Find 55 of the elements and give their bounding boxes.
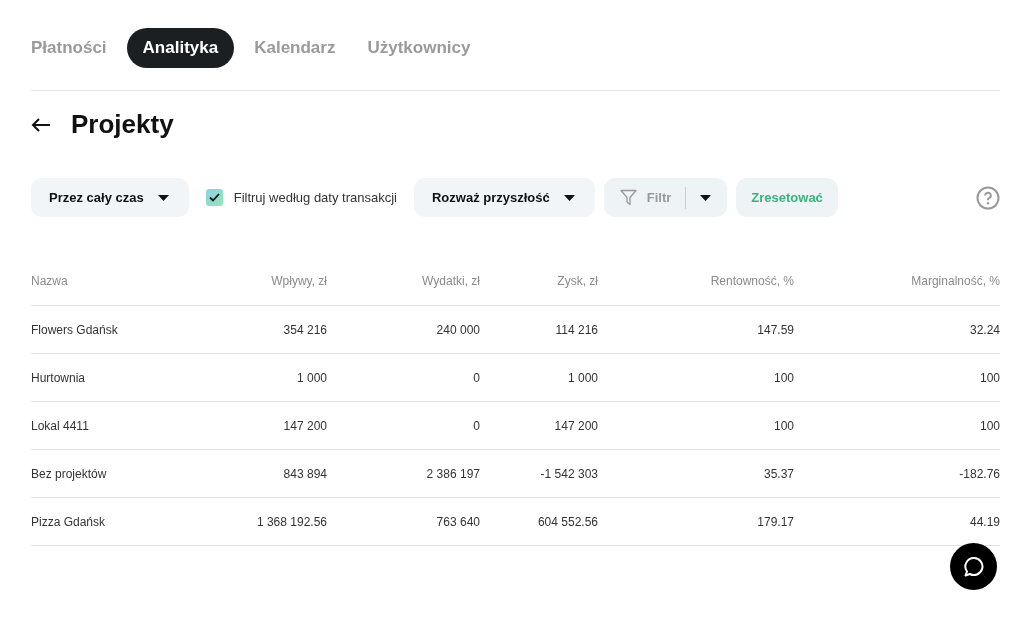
column-header[interactable]: Nazwa [31,257,207,306]
column-header[interactable]: Wpływy, zł [207,257,327,306]
table-cell: 1 000 [207,353,327,402]
speech-bubble-icon [962,555,985,578]
table-cell: 179.17 [598,497,794,546]
nav-tab[interactable]: Kalendarz [238,28,352,68]
column-header[interactable]: Rentowność, % [598,257,794,306]
table-cell: 240 000 [327,305,480,354]
funnel-icon [619,189,637,206]
checkbox[interactable] [205,189,223,206]
table-cell: 354 216 [207,305,327,354]
table-cell: 1 368 192.56 [207,497,327,546]
nav-tab[interactable]: Użytkownicy [351,28,487,68]
help-icon[interactable] [976,185,1000,210]
table-cell: Lokal 4411 [31,401,207,450]
table-cell: 147 200 [480,401,598,450]
table-cell: 2 386 197 [327,449,480,498]
table-cell: 763 640 [327,497,480,546]
table-cell: 44.19 [794,497,1000,546]
caret-icon [563,194,575,201]
checkbox-label: Filtruj według daty transakcji [233,190,397,205]
table-cell: 114 216 [480,305,598,354]
caret-icon [700,194,712,201]
table-cell: 0 [327,353,480,402]
table-cell: Pizza Gdańsk [31,497,207,546]
future-dropdown[interactable]: Rozważ przyszłość [414,178,595,217]
table-cell: 147.59 [598,305,794,354]
table-cell: 100 [598,401,794,450]
table-cell: Flowers Gdańsk [31,305,207,354]
table-cell: 0 [327,401,480,450]
back-arrow-icon[interactable] [31,116,51,133]
caret-icon [157,194,169,201]
table-cell: -1 542 303 [480,449,598,498]
table-cell: 100 [598,353,794,402]
table-cell: Hurtownia [31,353,207,402]
table-cell: 604 552.56 [480,497,598,546]
table-cell: 32.24 [794,305,1000,354]
table-cell: -182.76 [794,449,1000,498]
page-title: Projekty [71,109,174,140]
checkmark-icon [208,193,220,202]
table-cell: Bez projektów [31,449,207,498]
period-dropdown[interactable]: Przez cały czas [31,178,189,217]
table-cell: 147 200 [207,401,327,450]
table-cell: 100 [794,401,1000,450]
chat-button[interactable] [950,543,997,590]
nav-tab[interactable]: Analityka [126,28,235,68]
reset-button[interactable]: Zresetować [736,178,838,217]
table-cell: 35.37 [598,449,794,498]
table-cell: 1 000 [480,353,598,402]
column-header[interactable]: Marginalność, % [794,257,1000,306]
nav-tab[interactable]: Płatności [31,28,123,68]
table-cell: 100 [794,353,1000,402]
column-header[interactable]: Wydatki, zł [327,257,480,306]
table-cell: 843 894 [207,449,327,498]
column-header[interactable]: Zysk, zł [480,257,598,306]
